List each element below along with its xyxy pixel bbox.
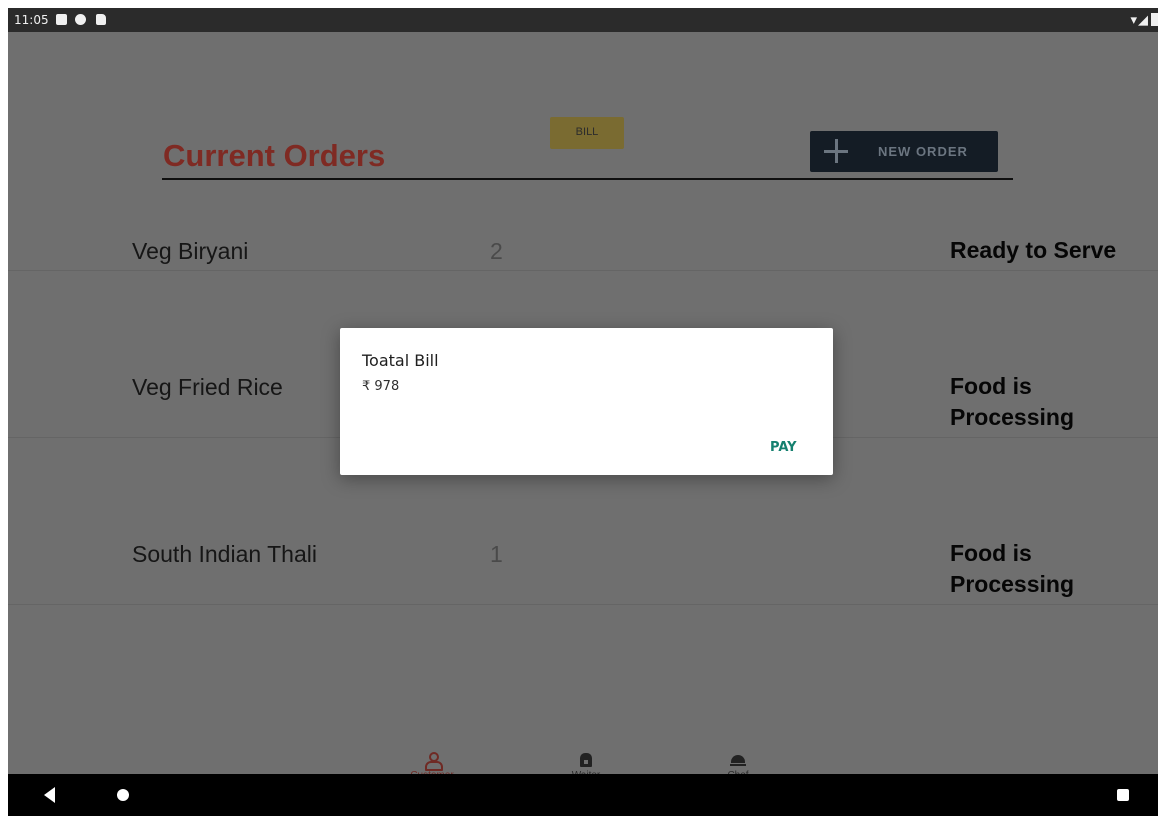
- bill-amount: ₹ 978: [362, 379, 400, 394]
- row-divider: [8, 604, 1158, 605]
- new-order-button[interactable]: NEW ORDER: [810, 131, 998, 172]
- home-icon[interactable]: [117, 789, 129, 801]
- sd-card-icon: [96, 14, 106, 25]
- bill-dialog: Toatal Bill ₹ 978 PAY: [340, 328, 833, 475]
- pay-button[interactable]: PAY: [770, 440, 797, 455]
- plus-icon: [824, 139, 848, 163]
- status-bar: 11:05 ▾◢: [8, 8, 1158, 32]
- wifi-icon: ▾: [1130, 12, 1138, 27]
- order-item-name: Veg Fried Rice: [132, 374, 283, 400]
- page-title: Current Orders: [163, 138, 386, 173]
- back-icon[interactable]: [44, 787, 55, 803]
- signal-icon: ◢: [1138, 12, 1149, 27]
- order-item-status: Food is Processing: [950, 373, 1074, 430]
- app-notification-icon: [75, 14, 86, 25]
- order-item-name: Veg Biryani: [132, 238, 249, 264]
- system-navigation-bar: [8, 774, 1158, 816]
- order-item-status: Ready to Serve: [950, 237, 1117, 263]
- order-item-status: Food is Processing: [950, 540, 1074, 597]
- order-item-quantity: 2: [490, 238, 503, 264]
- row-divider: [8, 270, 1158, 271]
- battery-icon: [1151, 13, 1158, 26]
- bill-button[interactable]: BILL: [550, 117, 624, 149]
- new-order-label: NEW ORDER: [878, 144, 968, 159]
- status-time: 11:05: [14, 13, 49, 27]
- dialog-title: Toatal Bill: [362, 351, 439, 370]
- shop-icon: [578, 752, 594, 768]
- status-indicators: ▾◢: [1130, 12, 1158, 28]
- recents-icon[interactable]: [1117, 789, 1129, 801]
- app-screen: 11:05 ▾◢ Current Orders BILL NEW ORDER V…: [8, 8, 1158, 816]
- person-icon: [424, 752, 443, 771]
- photos-notification-icon: [56, 14, 67, 25]
- cloche-icon: [730, 752, 746, 768]
- order-item-name: South Indian Thali: [132, 541, 317, 567]
- title-underline: [162, 178, 1013, 180]
- order-item-quantity: 1: [490, 541, 503, 567]
